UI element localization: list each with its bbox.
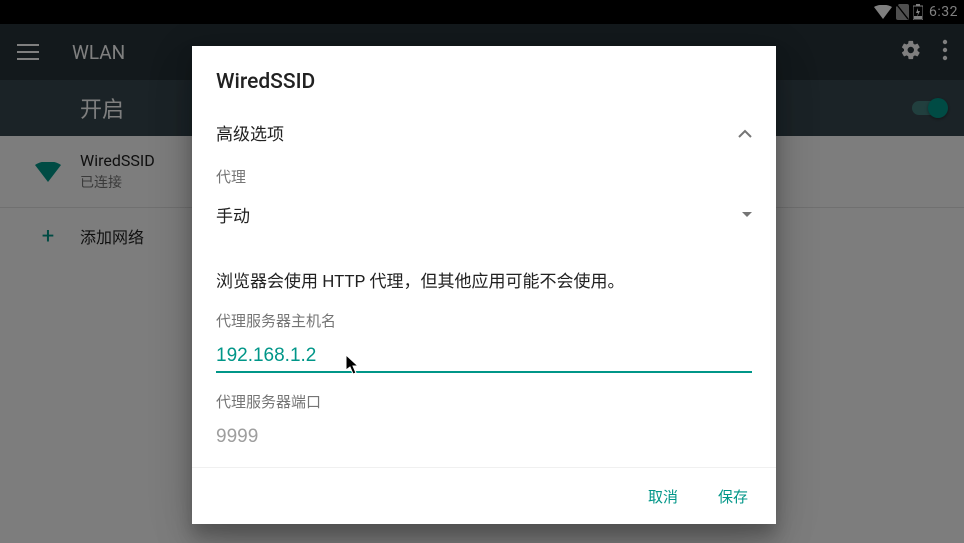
proxy-mode-select[interactable]: 手动 — [216, 191, 752, 237]
proxy-port-label: 代理服务器端口 — [216, 391, 752, 412]
proxy-section-label: 代理 — [216, 166, 752, 187]
advanced-options-toggle[interactable]: 高级选项 — [216, 112, 752, 152]
proxy-hostname-input[interactable] — [216, 339, 752, 373]
proxy-port-input[interactable] — [216, 420, 752, 453]
wifi-config-dialog: WiredSSID 高级选项 代理 手动 浏览器会使用 HTTP 代理，但其他应… — [192, 46, 776, 524]
chevron-up-icon — [738, 123, 752, 142]
save-button[interactable]: 保存 — [698, 476, 768, 517]
dialog-title: WiredSSID — [216, 70, 752, 94]
cancel-button[interactable]: 取消 — [628, 476, 698, 517]
advanced-options-label: 高级选项 — [216, 120, 284, 145]
proxy-mode-value: 手动 — [216, 202, 250, 227]
dialog-actions: 取消 保存 — [192, 468, 776, 524]
dropdown-icon — [742, 212, 752, 217]
proxy-hint: 浏览器会使用 HTTP 代理，但其他应用可能不会使用。 — [216, 267, 752, 292]
proxy-hostname-label: 代理服务器主机名 — [216, 310, 752, 331]
